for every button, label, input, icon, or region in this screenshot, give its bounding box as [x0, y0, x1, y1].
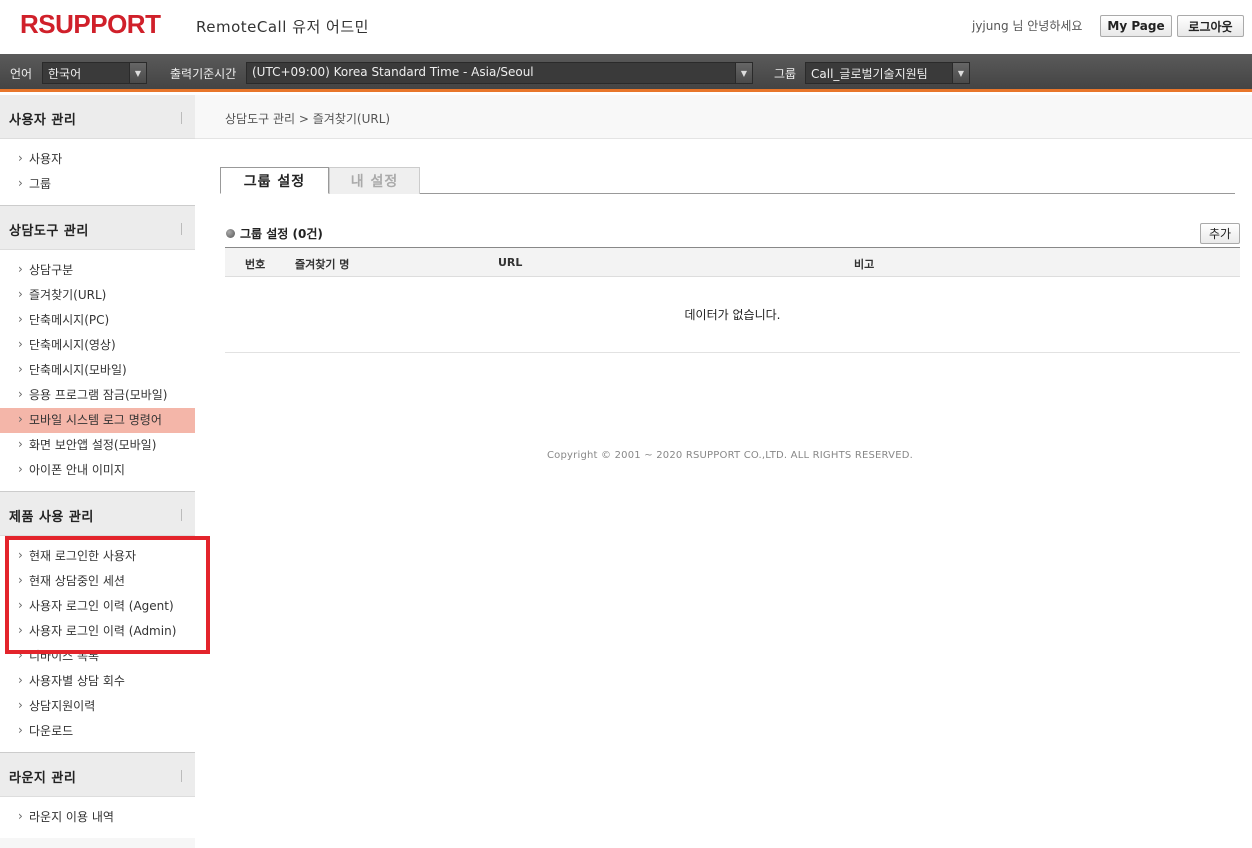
section-title: 사용자 관리: [9, 113, 77, 128]
empty-table-row: 데이터가 없습니다.: [225, 277, 1240, 353]
sidebar-section-product-usage[interactable]: 제품 사용 관리: [0, 492, 195, 536]
sidebar-item-lounge-usage[interactable]: 라운지 이용 내역: [0, 805, 195, 830]
divider: [181, 223, 182, 235]
logout-button[interactable]: 로그아웃: [1177, 15, 1244, 37]
rsupport-logo[interactable]: RSUPPORT: [20, 9, 161, 39]
sidebar-item-app-lock[interactable]: 응용 프로그램 잠금(모바일): [0, 383, 195, 408]
sidebar-item-device-list[interactable]: 디바이스 목록: [0, 644, 195, 669]
sidebar-item-iphone-guide-image[interactable]: 아이폰 안내 이미지: [0, 458, 195, 483]
sidebar-item-login-history-admin[interactable]: 사용자 로그인 이력 (Admin): [0, 619, 195, 644]
sidebar-list: 현재 로그인한 사용자 현재 상담중인 세션 사용자 로그인 이력 (Agent…: [0, 536, 195, 753]
sidebar-list: 사용자 그룹: [0, 139, 195, 206]
group-value: Call_글로벌기술지원팀: [811, 67, 928, 81]
user-greeting: jyjung 님 안녕하세요: [972, 19, 1083, 33]
timezone-label: 출력기준시간: [170, 67, 237, 81]
sidebar-item-screen-security-app[interactable]: 화면 보안앱 설정(모바일): [0, 433, 195, 458]
column-header-favorite-name[interactable]: 즐겨찾기 명: [295, 256, 349, 272]
sidebar-item-shortcut-video[interactable]: 단축메시지(영상): [0, 333, 195, 358]
add-button[interactable]: 추가: [1200, 223, 1240, 244]
section-heading: 그룹 설정 (0건): [226, 225, 323, 242]
sidebar: 사용자 관리 사용자 그룹 상담도구 관리 상담구분 즐겨찾기(URL) 단축메…: [0, 95, 195, 848]
sidebar-item-groups[interactable]: 그룹: [0, 172, 195, 197]
logo-text: RSUPPORT: [20, 9, 161, 39]
timezone-value: (UTC+09:00) Korea Standard Time - Asia/S…: [252, 65, 534, 79]
sidebar-item-consult-category[interactable]: 상담구분: [0, 258, 195, 283]
sidebar-item-login-history-agent[interactable]: 사용자 로그인 이력 (Agent): [0, 594, 195, 619]
divider: [181, 770, 182, 782]
column-header-number[interactable]: 번호: [245, 256, 265, 272]
column-header-note[interactable]: 비고: [854, 256, 874, 272]
group-label: 그룹: [774, 67, 797, 81]
tab-bar: 그룹 설정 내 설정: [220, 167, 1235, 194]
sidebar-item-shortcut-mobile[interactable]: 단축메시지(모바일): [0, 358, 195, 383]
sidebar-item-logged-in-users[interactable]: 현재 로그인한 사용자: [0, 544, 195, 569]
copyright-footer: Copyright © 2001 ~ 2020 RSUPPORT CO.,LTD…: [547, 450, 913, 461]
column-header-url[interactable]: URL: [498, 256, 522, 269]
chevron-down-icon: ▼: [952, 63, 969, 83]
sidebar-item-shortcut-pc[interactable]: 단축메시지(PC): [0, 308, 195, 333]
sidebar-item-download[interactable]: 다운로드: [0, 719, 195, 744]
sidebar-item-active-sessions[interactable]: 현재 상담중인 세션: [0, 569, 195, 594]
sidebar-item-mobile-log-command[interactable]: 모바일 시스템 로그 명령어: [0, 408, 195, 433]
header: RSUPPORT RemoteCall 유저 어드민 jyjung 님 안녕하세…: [0, 0, 1252, 54]
empty-message: 데이터가 없습니다.: [684, 308, 781, 322]
language-label: 언어: [10, 67, 33, 81]
tab-my-settings[interactable]: 내 설정: [329, 167, 420, 194]
chevron-down-icon: ▼: [129, 63, 146, 83]
timezone-select[interactable]: (UTC+09:00) Korea Standard Time - Asia/S…: [246, 62, 753, 84]
section-title: 제품 사용 관리: [9, 510, 94, 525]
breadcrumb-bar: 상담도구 관리 > 즐겨찾기(URL): [195, 95, 1252, 139]
language-value: 한국어: [48, 67, 82, 81]
app-title: RemoteCall 유저 어드민: [196, 18, 369, 36]
sidebar-list: 라운지 이용 내역: [0, 797, 195, 838]
tab-group-settings[interactable]: 그룹 설정: [220, 167, 329, 194]
section-title: 상담도구 관리: [9, 224, 89, 239]
sidebar-list: 상담구분 즐겨찾기(URL) 단축메시지(PC) 단축메시지(영상) 단축메시지…: [0, 250, 195, 492]
section-title: 라운지 관리: [9, 771, 77, 786]
my-page-button[interactable]: My Page: [1100, 15, 1172, 37]
sidebar-item-favorites-url[interactable]: 즐겨찾기(URL): [0, 283, 195, 308]
sidebar-item-consult-count-by-user[interactable]: 사용자별 상담 회수: [0, 669, 195, 694]
sidebar-item-users[interactable]: 사용자: [0, 147, 195, 172]
sidebar-item-support-history[interactable]: 상담지원이력: [0, 694, 195, 719]
sidebar-section-user-management[interactable]: 사용자 관리: [0, 95, 195, 139]
divider: [181, 112, 182, 124]
sidebar-section-consult-tools[interactable]: 상담도구 관리: [0, 206, 195, 250]
section-title-text: 그룹 설정 (0건): [240, 227, 323, 241]
sidebar-section-lounge[interactable]: 라운지 관리: [0, 753, 195, 797]
breadcrumb: 상담도구 관리 > 즐겨찾기(URL): [225, 112, 391, 126]
group-select[interactable]: Call_글로벌기술지원팀 ▼: [805, 62, 970, 84]
settings-toolbar: 언어 한국어 ▼ 출력기준시간 (UTC+09:00) Korea Standa…: [0, 54, 1252, 92]
bullet-icon: [226, 229, 235, 238]
table-header: 번호 즐겨찾기 명 URL 비고: [225, 247, 1240, 277]
divider: [181, 509, 182, 521]
language-select[interactable]: 한국어 ▼: [42, 62, 147, 84]
chevron-down-icon: ▼: [735, 63, 752, 83]
